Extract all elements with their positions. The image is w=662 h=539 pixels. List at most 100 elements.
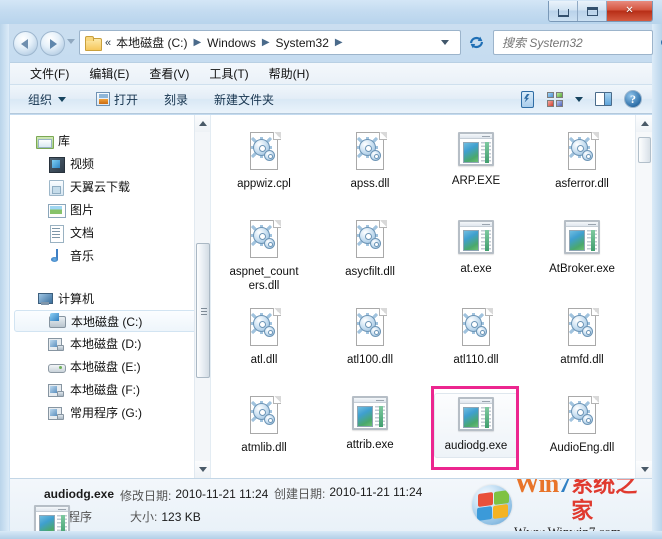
burn-button[interactable]: 刻录 (156, 88, 196, 111)
file-list-pane[interactable]: appwiz.cpl apss.dll ARP.EXE asferror.dll asp… (211, 115, 652, 478)
forward-button[interactable] (40, 31, 65, 56)
menu-item-tools[interactable]: 工具(T) (199, 63, 258, 84)
address-bar[interactable]: « 本地磁盘 (C:) ▶ Windows ▶ System32 ▶ (79, 30, 461, 55)
file-item[interactable]: atl110.dll (423, 299, 529, 387)
file-name-label: asferror.dll (555, 178, 609, 190)
change-view-dropdown-button[interactable] (570, 87, 586, 111)
minimize-icon (557, 9, 569, 17)
scrollbar-thumb[interactable] (638, 137, 651, 163)
menu-item-file[interactable]: 文件(F) (20, 63, 79, 84)
computer-icon (36, 291, 53, 307)
file-item[interactable]: appwiz.cpl (211, 123, 317, 211)
breadcrumb-separator-icon[interactable]: ▶ (258, 37, 274, 48)
documents-library-icon (48, 224, 64, 243)
file-item[interactable]: asferror.dll (529, 123, 635, 211)
recent-pages-dropdown-button[interactable] (67, 39, 75, 44)
file-item[interactable]: at.exe (423, 211, 529, 299)
scrollbar-thumb[interactable] (196, 243, 210, 378)
sidebar-label: 库 (58, 134, 71, 148)
file-item[interactable]: audiodg.exe (423, 386, 529, 475)
change-view-button[interactable] (542, 87, 568, 111)
details-file-name: audiodg.exe (44, 487, 115, 501)
sidebar-label: 文档 (70, 226, 95, 240)
scroll-down-button[interactable] (195, 461, 210, 478)
breadcrumb-separator-icon[interactable]: ▶ (189, 37, 205, 48)
details-created: 创建日期: 2010-11-21 11:24 (274, 485, 422, 502)
file-item[interactable]: apss.dll (317, 123, 423, 211)
scroll-up-button[interactable] (195, 115, 210, 132)
file-item[interactable]: atl.dll (211, 299, 317, 387)
breadcrumb-item-drive[interactable]: 本地磁盘 (C:) (114, 32, 189, 53)
file-name-label: attrib.exe (346, 439, 394, 451)
file-item[interactable]: ARP.EXE (423, 123, 529, 211)
removable-drive-icon (48, 359, 66, 375)
menu-item-edit[interactable]: 编辑(E) (79, 63, 139, 84)
details-size-value: 123 KB (161, 510, 201, 524)
search-input[interactable] (500, 34, 661, 51)
file-name-label: atl100.dll (346, 354, 394, 366)
file-name-label: ARP.EXE (451, 175, 501, 187)
refresh-button[interactable] (464, 30, 488, 55)
sidebar-item-computer[interactable]: 计算机 (10, 287, 210, 310)
details-row-primary: audiodg.exe 修改日期: 2010-11-21 11:24 创建日期:… (44, 485, 652, 504)
breadcrumb-separator-icon[interactable]: ▶ (331, 37, 347, 48)
exe-file-icon (562, 220, 602, 257)
sidebar-item-drive-d[interactable]: 本地磁盘 (D:) (10, 332, 210, 355)
help-button[interactable]: ? (620, 87, 646, 111)
sidebar-item-videos[interactable]: 视频 (10, 152, 210, 175)
open-button[interactable]: 打开 (88, 88, 146, 111)
scroll-up-button[interactable] (636, 115, 652, 132)
preview-pane-icon (594, 92, 612, 106)
file-item[interactable]: atl100.dll (317, 299, 423, 387)
file-item[interactable]: atmfd.dll (529, 299, 635, 387)
maximize-button[interactable] (578, 1, 607, 21)
navigation-pane-scrollbar[interactable] (194, 115, 210, 478)
sidebar-item-drive-f[interactable]: 本地磁盘 (F:) (10, 378, 210, 401)
file-item[interactable]: AtBroker.exe (529, 211, 635, 299)
hard-drive-icon (48, 336, 64, 352)
sidebar-item-libraries[interactable]: 库 (10, 129, 210, 152)
details-created-value: 2010-11-21 11:24 (329, 485, 423, 499)
sidebar-item-pictures[interactable]: 图片 (10, 198, 210, 221)
file-item[interactable]: attrib.exe (317, 387, 423, 475)
sidebar-item-tianyi-download[interactable]: 天翼云下载 (10, 175, 210, 198)
back-button[interactable] (13, 31, 38, 56)
chevron-down-icon (199, 467, 207, 472)
nav-group-libraries: 库 视频 天翼云下载 图片 文档 音乐 (10, 129, 210, 267)
new-folder-button[interactable]: 新建文件夹 (206, 88, 282, 111)
address-dropdown-icon[interactable] (441, 40, 449, 45)
preview-button[interactable] (514, 87, 540, 111)
sidebar-item-drive-g[interactable]: 常用程序 (G:) (10, 401, 210, 424)
maximize-icon (586, 6, 598, 16)
sidebar-item-drive-e[interactable]: 本地磁盘 (E:) (10, 355, 210, 378)
sidebar-item-drive-c[interactable]: 本地磁盘 (C:) (14, 310, 206, 332)
file-name-label: atl110.dll (453, 354, 499, 366)
sidebar-item-documents[interactable]: 文档 (10, 221, 210, 244)
file-pane-scrollbar[interactable] (635, 115, 652, 478)
views-icon (547, 91, 563, 107)
file-item[interactable]: asycfilt.dll (317, 211, 423, 299)
file-item[interactable]: aspnet_counters.dll (211, 211, 317, 299)
preview-pane-button[interactable] (588, 87, 618, 111)
back-arrow-icon (21, 38, 28, 49)
organize-button[interactable]: 组织 (20, 88, 74, 111)
breadcrumb-item-system32[interactable]: System32 (274, 34, 331, 52)
file-item[interactable]: atmlib.dll (211, 387, 317, 475)
menu-item-view[interactable]: 查看(V) (139, 63, 199, 84)
exe-file-icon (350, 396, 390, 433)
close-button[interactable]: × (607, 1, 652, 21)
minimize-button[interactable] (549, 1, 578, 21)
menu-item-help[interactable]: 帮助(H) (259, 63, 320, 84)
scroll-down-button[interactable] (636, 461, 652, 478)
file-item[interactable]: AudioEng.dll (529, 387, 635, 475)
chevron-up-icon (199, 121, 207, 126)
sidebar-label: 常用程序 (G:) (70, 406, 142, 420)
file-name-label: AudioEng.dll (549, 442, 615, 454)
hard-drive-icon (48, 382, 64, 398)
forward-arrow-icon (50, 38, 57, 49)
breadcrumb-item-windows[interactable]: Windows (205, 34, 258, 52)
details-modified-label: 修改日期: (120, 489, 172, 503)
breadcrumb-overflow-icon[interactable]: « (104, 37, 114, 49)
search-box[interactable] (493, 30, 662, 55)
sidebar-item-music[interactable]: 音乐 (10, 244, 210, 267)
